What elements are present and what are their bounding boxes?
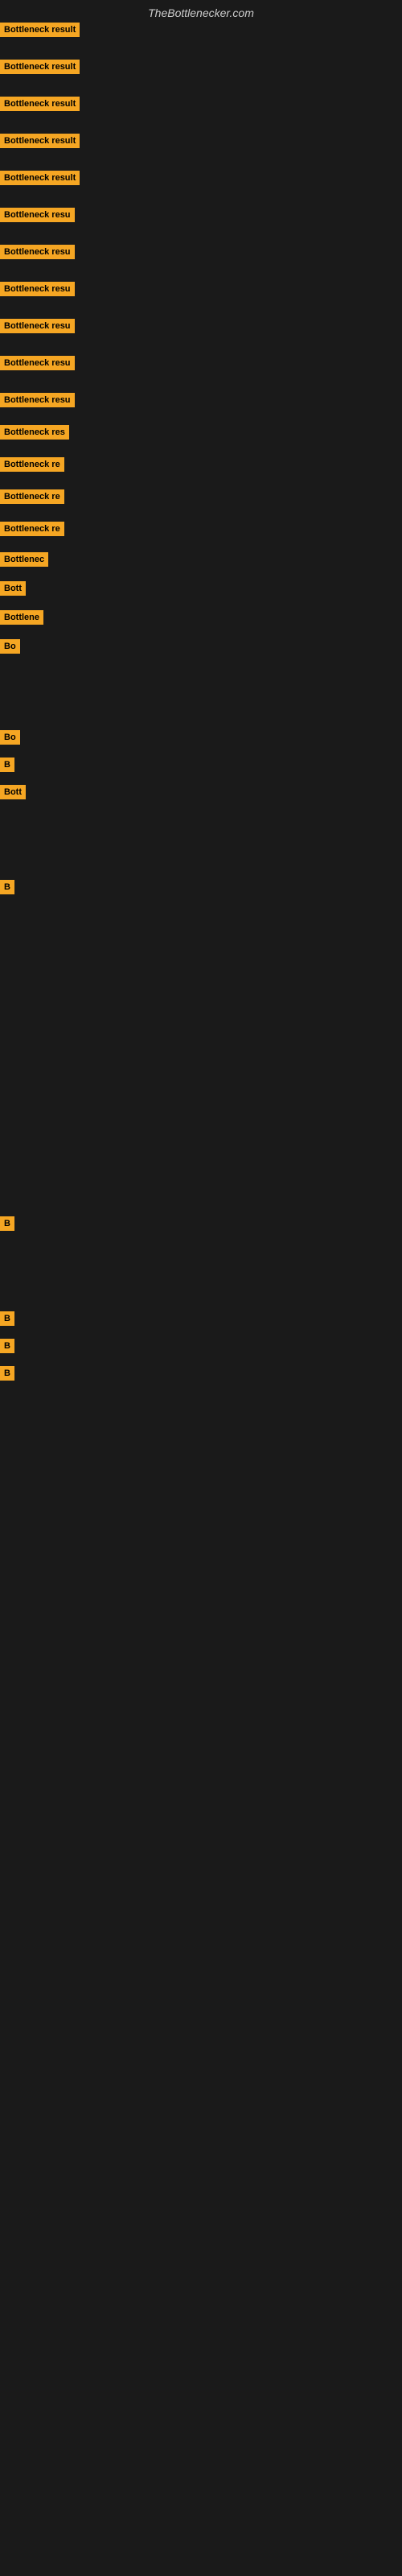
bottleneck-row-25: B	[0, 1216, 402, 1231]
bottleneck-badge-24: B	[0, 880, 14, 894]
bottleneck-badge-22: B	[0, 758, 14, 772]
bottleneck-row-18: Bottlene	[0, 610, 402, 625]
bottleneck-badge-16: Bottlenec	[0, 552, 48, 567]
bottleneck-row-3: Bottleneck result	[0, 97, 402, 111]
bottleneck-badge-25: B	[0, 1216, 14, 1231]
bottleneck-row-5: Bottleneck result	[0, 171, 402, 185]
bottleneck-badge-28: B	[0, 1366, 14, 1381]
bottleneck-badge-18: Bottlene	[0, 610, 43, 625]
bottleneck-row-28: B	[0, 1366, 402, 1381]
bottleneck-badge-8: Bottleneck resu	[0, 282, 75, 296]
bottleneck-row-10: Bottleneck resu	[0, 356, 402, 370]
bottleneck-badge-2: Bottleneck result	[0, 60, 80, 74]
bottleneck-row-2: Bottleneck result	[0, 60, 402, 74]
bottleneck-badge-9: Bottleneck resu	[0, 319, 75, 333]
bottleneck-badge-21: Bo	[0, 730, 20, 745]
bottleneck-badge-5: Bottleneck result	[0, 171, 80, 185]
bottleneck-badge-14: Bottleneck re	[0, 489, 64, 504]
bottleneck-badge-27: B	[0, 1339, 14, 1353]
bottleneck-row-4: Bottleneck result	[0, 134, 402, 148]
bottleneck-row-19: Bo	[0, 639, 402, 654]
bottleneck-row-11: Bottleneck resu	[0, 393, 402, 407]
bottleneck-badge-7: Bottleneck resu	[0, 245, 75, 259]
bottleneck-row-24: B	[0, 880, 402, 894]
bottleneck-badge-17: Bott	[0, 581, 26, 596]
page-container: TheBottlenecker.com Bottleneck result Bo…	[0, 0, 402, 1381]
bottleneck-row-6: Bottleneck resu	[0, 208, 402, 222]
bottleneck-badge-3: Bottleneck result	[0, 97, 80, 111]
bottleneck-row-23: Bott	[0, 785, 402, 799]
bottleneck-row-26: B	[0, 1311, 402, 1326]
bottleneck-badge-19: Bo	[0, 639, 20, 654]
bottleneck-badge-13: Bottleneck re	[0, 457, 64, 472]
bottleneck-badge-15: Bottleneck re	[0, 522, 64, 536]
bottleneck-row-15: Bottleneck re	[0, 522, 402, 536]
bottleneck-row-7: Bottleneck resu	[0, 245, 402, 259]
bottleneck-badge-23: Bott	[0, 785, 26, 799]
site-title: TheBottlenecker.com	[0, 0, 402, 23]
bottleneck-row-17: Bott	[0, 581, 402, 596]
bottleneck-row-1: Bottleneck result	[0, 23, 402, 37]
bottleneck-badge-10: Bottleneck resu	[0, 356, 75, 370]
bottleneck-row-12: Bottleneck res	[0, 425, 402, 440]
bottleneck-badge-11: Bottleneck resu	[0, 393, 75, 407]
bottleneck-badge-1: Bottleneck result	[0, 23, 80, 37]
bottleneck-badge-4: Bottleneck result	[0, 134, 80, 148]
bottleneck-badge-26: B	[0, 1311, 14, 1326]
bottleneck-row-16: Bottlenec	[0, 552, 402, 567]
bottleneck-badge-12: Bottleneck res	[0, 425, 69, 440]
bottleneck-row-22: B	[0, 758, 402, 772]
bottleneck-row-14: Bottleneck re	[0, 489, 402, 504]
bottleneck-badge-6: Bottleneck resu	[0, 208, 75, 222]
bottleneck-row-9: Bottleneck resu	[0, 319, 402, 333]
bottleneck-row-13: Bottleneck re	[0, 457, 402, 472]
bottleneck-row-21: Bo	[0, 730, 402, 745]
bottleneck-row-27: B	[0, 1339, 402, 1353]
bottleneck-row-8: Bottleneck resu	[0, 282, 402, 296]
